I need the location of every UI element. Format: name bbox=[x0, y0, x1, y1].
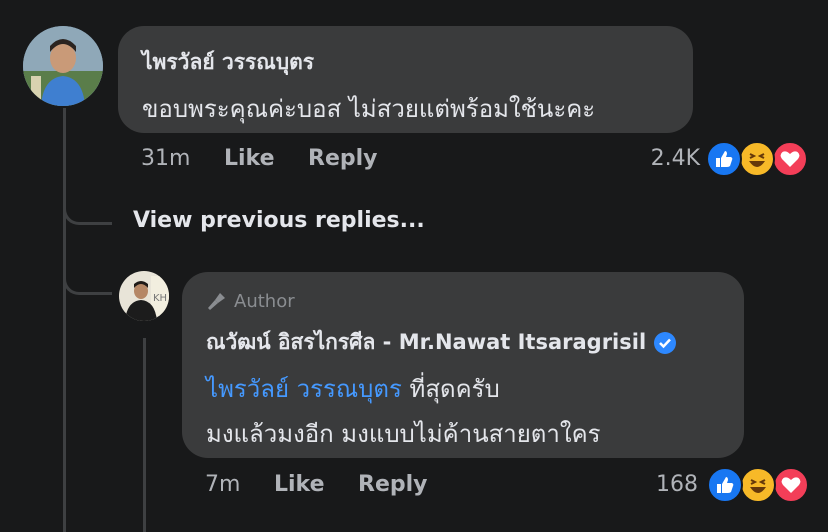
avatar[interactable] bbox=[23, 26, 103, 106]
reply-like-button[interactable]: Like bbox=[274, 472, 325, 497]
author-badge-label: Author bbox=[234, 290, 295, 312]
reply-button[interactable]: Reply bbox=[308, 146, 378, 171]
reply-reaction-icons[interactable] bbox=[707, 467, 809, 503]
svg-text:KH: KH bbox=[153, 293, 167, 304]
reply-text-line1: ไพรวัลย์ วรรณบุตร ที่สุดครับ bbox=[206, 369, 500, 408]
reaction-icons[interactable] bbox=[706, 141, 808, 177]
haha-icon bbox=[740, 467, 776, 503]
reply-avatar-photo: KH bbox=[119, 271, 169, 321]
like-icon bbox=[706, 141, 742, 177]
reply-author[interactable]: ณวัฒน์ อิสรไกรศีล - Mr.Nawat Itsaragrisi… bbox=[206, 326, 646, 359]
reply-avatar[interactable]: KH bbox=[119, 271, 169, 321]
comment-author[interactable]: ไพรวัลย์ วรรณบุตร bbox=[142, 46, 314, 79]
reply-text-line2: มงแล้วมงอีก มงแบบไม่ค้านสายตาใคร bbox=[206, 420, 601, 448]
view-previous-replies[interactable]: View previous replies... bbox=[133, 208, 425, 233]
love-icon bbox=[773, 467, 809, 503]
comment-bubble: ไพรวัลย์ วรรณบุตร ขอบพระคุณค่ะบอส ไม่สวย… bbox=[118, 26, 693, 133]
reply-bubble: Author ณวัฒน์ อิสรไกรศีล - Mr.Nawat Itsa… bbox=[182, 272, 744, 458]
reply-thread-line bbox=[143, 338, 146, 532]
comment-timestamp[interactable]: 31m bbox=[141, 146, 190, 171]
reply-timestamp[interactable]: 7m bbox=[205, 472, 240, 497]
comment-text: ขอบพระคุณค่ะบอส ไม่สวยแต่พร้อมใช้นะคะ bbox=[142, 95, 596, 123]
reply-reply-button[interactable]: Reply bbox=[358, 472, 428, 497]
verified-badge-icon bbox=[654, 331, 677, 354]
thread-line bbox=[63, 108, 66, 532]
reaction-count[interactable]: 2.4K bbox=[620, 146, 700, 171]
avatar-photo bbox=[23, 26, 103, 106]
author-badge: Author bbox=[206, 290, 295, 312]
thread-branch-view-prev bbox=[63, 190, 112, 225]
like-button[interactable]: Like bbox=[224, 146, 275, 171]
love-icon bbox=[772, 141, 808, 177]
mention-link[interactable]: ไพรวัลย์ วรรณบุตร bbox=[206, 375, 402, 403]
haha-icon bbox=[739, 141, 775, 177]
reply-reaction-count[interactable]: 168 bbox=[620, 472, 698, 497]
thread-branch-reply bbox=[63, 260, 112, 295]
like-icon bbox=[707, 467, 743, 503]
reply-author-row: ณวัฒน์ อิสรไกรศีล - Mr.Nawat Itsaragrisi… bbox=[206, 326, 677, 359]
reply-text-suffix: ที่สุดครับ bbox=[401, 375, 500, 403]
microphone-icon bbox=[208, 293, 225, 310]
